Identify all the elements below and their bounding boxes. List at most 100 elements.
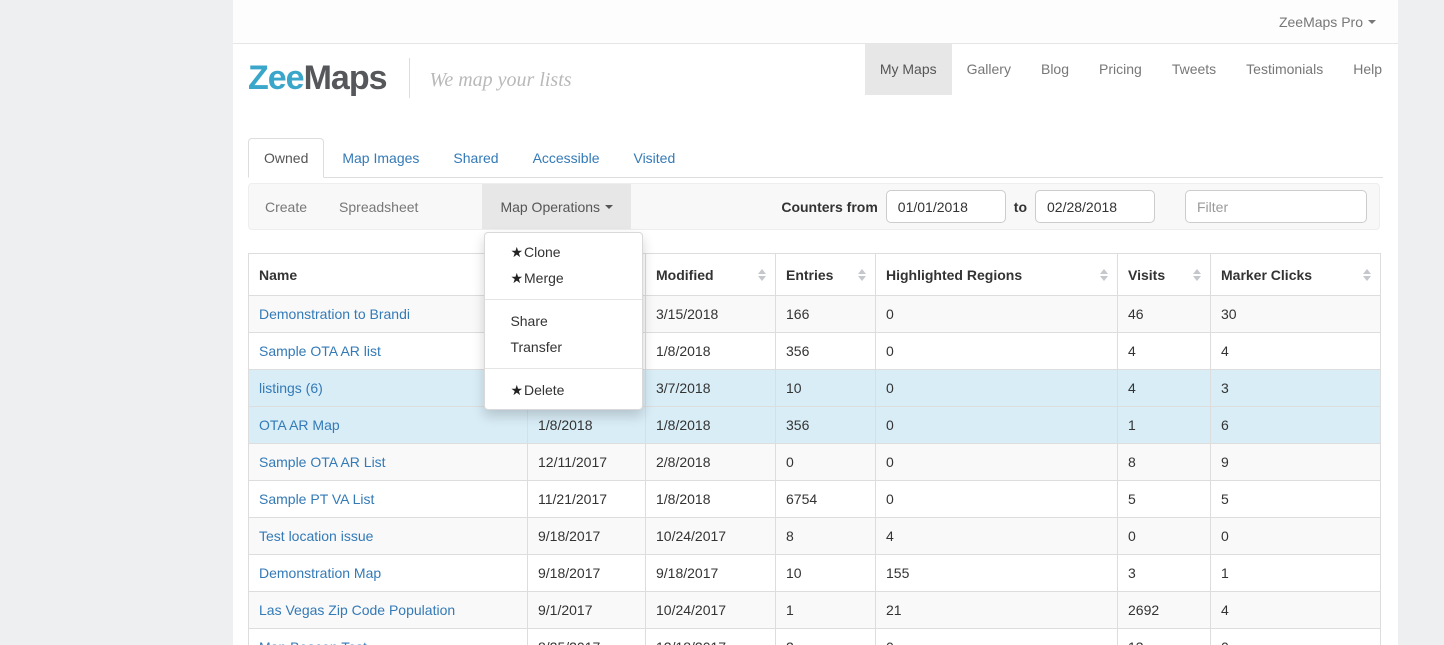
- brand: ZeeMaps We map your lists: [248, 58, 572, 98]
- cell-highlighted-regions: 155: [876, 555, 1118, 592]
- nav-link-gallery[interactable]: Gallery: [952, 44, 1026, 95]
- tabs-row: OwnedMap ImagesSharedAccessibleVisited: [233, 138, 1398, 178]
- table-row-sample-ota-ar-list: Sample OTA AR List12/11/20172/8/20180089: [249, 444, 1381, 481]
- cell-highlighted-regions: 0: [876, 481, 1118, 518]
- sort-up-icon: [1363, 269, 1371, 274]
- nav-link-blog[interactable]: Blog: [1026, 44, 1084, 95]
- sort-toggle-icon[interactable]: [1363, 269, 1371, 281]
- cell-marker-clicks: 4: [1211, 333, 1381, 370]
- sort-toggle-icon[interactable]: [758, 269, 766, 281]
- cell-marker-clicks: 3: [1211, 370, 1381, 407]
- nav-link-pricing[interactable]: Pricing: [1084, 44, 1157, 95]
- cell-entries: 10: [776, 370, 876, 407]
- cell-highlighted-regions: 0: [876, 407, 1118, 444]
- star-icon: ★: [510, 244, 523, 260]
- menu-link-share[interactable]: Share: [485, 308, 642, 334]
- spreadsheet-button[interactable]: Spreadsheet: [323, 184, 434, 229]
- cell-entries: 356: [776, 333, 876, 370]
- column-header-highlighted-regions[interactable]: Highlighted Regions: [876, 254, 1118, 296]
- sort-toggle-icon[interactable]: [858, 269, 866, 281]
- cell-modified: 1/8/2018: [646, 481, 776, 518]
- table-row-ota-ar-map: OTA AR Map1/8/20181/8/2018356016: [249, 407, 1381, 444]
- sort-up-icon: [858, 269, 866, 274]
- nav-link-testimonials[interactable]: Testimonials: [1231, 44, 1338, 95]
- menu-link-clone[interactable]: ★Clone: [485, 239, 642, 265]
- map-name-link[interactable]: Test location issue: [249, 518, 528, 555]
- sort-toggle-icon[interactable]: [1193, 269, 1201, 281]
- cell-entries: 166: [776, 296, 876, 333]
- create-button[interactable]: Create: [249, 184, 323, 229]
- cell-created: 12/11/2017: [528, 444, 646, 481]
- column-header-marker-clicks[interactable]: Marker Clicks: [1211, 254, 1381, 296]
- account-menu-toggle[interactable]: ZeeMaps Pro: [1257, 14, 1398, 30]
- sort-toggle-icon[interactable]: [1100, 269, 1108, 281]
- cell-entries: 6754: [776, 481, 876, 518]
- column-label: Name: [259, 267, 297, 283]
- nav-item-blog: Blog: [1026, 44, 1084, 95]
- nav-item-help: Help: [1338, 44, 1397, 95]
- column-header-modified[interactable]: Modified: [646, 254, 776, 296]
- sort-up-icon: [1193, 269, 1201, 274]
- cell-modified: 10/24/2017: [646, 518, 776, 555]
- table-row-listings-6: listings (6)1/8/20183/7/201810043: [249, 370, 1381, 407]
- menu-link-transfer[interactable]: Transfer: [485, 334, 642, 360]
- toolbar-left: Create Spreadsheet Map Operations ★Clone…: [249, 184, 631, 229]
- menu-link-delete[interactable]: ★Delete: [485, 377, 642, 403]
- table-header-row: NameCreatedModifiedEntriesHighlighted Re…: [249, 254, 1381, 296]
- nav-item-testimonials: Testimonials: [1231, 44, 1338, 95]
- cell-marker-clicks: 9: [1211, 444, 1381, 481]
- brand-tagline: We map your lists: [430, 65, 572, 92]
- sort-down-icon: [1193, 276, 1201, 281]
- table-row-las-vegas-zip-code-population: Las Vegas Zip Code Population9/1/201710/…: [249, 592, 1381, 629]
- tab-map-images: Map Images: [326, 138, 435, 178]
- content-column: ZeeMaps Pro ZeeMaps We map your lists My…: [233, 0, 1398, 645]
- map-name-link[interactable]: Demonstration Map: [249, 555, 528, 592]
- cell-created: 9/18/2017: [528, 555, 646, 592]
- menu-divider: [485, 368, 642, 369]
- filter-input[interactable]: [1185, 190, 1367, 223]
- zeemaps-logo[interactable]: ZeeMaps: [248, 59, 387, 98]
- tab-link-shared[interactable]: Shared: [437, 138, 514, 178]
- nav-item-pricing: Pricing: [1084, 44, 1157, 95]
- nav-item-tweets: Tweets: [1157, 44, 1231, 95]
- toolbar-right: Counters from to: [781, 184, 1379, 229]
- chevron-down-icon: [605, 205, 613, 209]
- to-label: to: [1014, 199, 1027, 215]
- nav-link-tweets[interactable]: Tweets: [1157, 44, 1231, 95]
- cell-visits: 0: [1118, 518, 1211, 555]
- map-name-link[interactable]: Map Beacon Test: [249, 629, 528, 645]
- map-name-link[interactable]: OTA AR Map: [249, 407, 528, 444]
- cell-created: 9/1/2017: [528, 592, 646, 629]
- tab-link-accessible[interactable]: Accessible: [517, 138, 616, 178]
- column-header-entries[interactable]: Entries: [776, 254, 876, 296]
- map-operations-button[interactable]: Map Operations: [482, 184, 631, 229]
- cell-highlighted-regions: 0: [876, 296, 1118, 333]
- sort-down-icon: [1363, 276, 1371, 281]
- map-name-link[interactable]: Sample PT VA List: [249, 481, 528, 518]
- tab-link-map-images[interactable]: Map Images: [326, 138, 435, 178]
- map-operations-menu: ★Clone★Merge ShareTransfer ★Delete: [484, 232, 643, 410]
- map-name-link[interactable]: Las Vegas Zip Code Population: [249, 592, 528, 629]
- account-label: ZeeMaps Pro: [1279, 14, 1363, 30]
- map-operations-label: Map Operations: [500, 199, 600, 215]
- date-from-input[interactable]: [886, 190, 1006, 223]
- nav-link-help[interactable]: Help: [1338, 44, 1397, 95]
- star-icon: ★: [510, 270, 523, 286]
- cell-marker-clicks: 6: [1211, 407, 1381, 444]
- tab-link-owned[interactable]: Owned: [248, 138, 324, 178]
- cell-modified: 10/24/2017: [646, 592, 776, 629]
- column-header-visits[interactable]: Visits: [1118, 254, 1211, 296]
- menu-link-merge[interactable]: ★Merge: [485, 265, 642, 291]
- tab-link-visited[interactable]: Visited: [617, 138, 691, 178]
- column-label: Marker Clicks: [1221, 267, 1312, 283]
- cell-visits: 8: [1118, 444, 1211, 481]
- sort-down-icon: [758, 276, 766, 281]
- date-to-input[interactable]: [1035, 190, 1155, 223]
- map-name-link[interactable]: Sample OTA AR List: [249, 444, 528, 481]
- table-row-demonstration-to-brandi: Demonstration to Brandi3/15/20183/15/201…: [249, 296, 1381, 333]
- column-label: Entries: [786, 267, 833, 283]
- chevron-down-icon: [1368, 20, 1376, 24]
- nav-link-my-maps[interactable]: My Maps: [865, 44, 952, 95]
- cell-highlighted-regions: 0: [876, 370, 1118, 407]
- cell-modified: 3/7/2018: [646, 370, 776, 407]
